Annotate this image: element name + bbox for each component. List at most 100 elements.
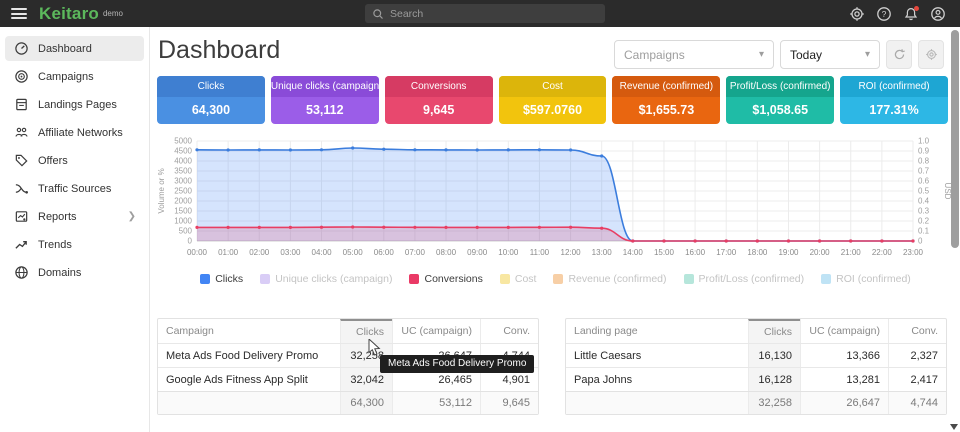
total-conv: 4,744 bbox=[888, 392, 946, 414]
page-scrollbar[interactable] bbox=[950, 27, 960, 432]
dashboard-settings-button[interactable] bbox=[918, 40, 944, 69]
svg-text:Volume or %: Volume or % bbox=[157, 168, 166, 213]
column-header-clicks[interactable]: Clicks bbox=[748, 319, 800, 343]
traffic-sources-icon bbox=[14, 181, 29, 196]
help-icon[interactable]: ? bbox=[876, 6, 892, 22]
svg-text:1000: 1000 bbox=[174, 217, 192, 226]
cell-clicks: 16,130 bbox=[748, 344, 800, 367]
legend-item-cost[interactable]: Cost bbox=[500, 273, 537, 285]
notifications-bell-icon[interactable] bbox=[903, 6, 919, 22]
legend-item-revenue[interactable]: Revenue (confirmed) bbox=[553, 273, 666, 285]
svg-text:19:00: 19:00 bbox=[778, 248, 799, 257]
svg-text:16:00: 16:00 bbox=[685, 248, 706, 257]
traffic-chart[interactable]: 0500100015002000250030003500400045005000… bbox=[155, 133, 955, 276]
metric-value: $597.0760 bbox=[499, 97, 607, 124]
landing-pages-table: Landing page Clicks UC (campaign) Conv. … bbox=[565, 318, 947, 415]
metric-value: 9,645 bbox=[385, 97, 493, 124]
sidebar-item-trends[interactable]: Trends bbox=[5, 232, 144, 257]
metric-card-profit-loss[interactable]: Profit/Loss (confirmed) $1,058.65 bbox=[726, 76, 834, 124]
sidebar-item-affiliate-networks[interactable]: Affiliate Networks bbox=[5, 120, 144, 145]
column-header-campaign[interactable]: Campaign bbox=[158, 319, 340, 343]
main-content: Dashboard Campaigns ▾ Today ▾ Clicks 64,… bbox=[151, 27, 960, 432]
metric-card-unique-clicks[interactable]: Unique clicks (campaign) 53,112 bbox=[271, 76, 379, 124]
svg-text:4500: 4500 bbox=[174, 147, 192, 156]
sidebar-item-offers[interactable]: Offers bbox=[5, 148, 144, 173]
chart-legend: Clicks Unique clicks (campaign) Conversi… bbox=[151, 273, 960, 285]
refresh-button[interactable] bbox=[886, 40, 912, 69]
scrollbar-thumb[interactable] bbox=[951, 30, 959, 248]
sidebar-item-label: Offers bbox=[38, 155, 68, 167]
svg-text:22:00: 22:00 bbox=[872, 248, 893, 257]
hamburger-menu-icon[interactable] bbox=[11, 8, 27, 19]
sidebar-item-label: Trends bbox=[38, 239, 72, 251]
metric-value: 177.31% bbox=[840, 97, 948, 124]
metric-value: 53,112 bbox=[271, 97, 379, 124]
cell-uc: 13,366 bbox=[800, 344, 888, 367]
column-header-uc[interactable]: UC (campaign) bbox=[800, 319, 888, 343]
profile-icon[interactable] bbox=[930, 6, 946, 22]
search-input[interactable] bbox=[390, 8, 590, 20]
settings-gear-icon[interactable] bbox=[849, 6, 865, 22]
reports-icon bbox=[14, 209, 29, 224]
svg-text:05:00: 05:00 bbox=[343, 248, 364, 257]
metric-card-clicks[interactable]: Clicks 64,300 bbox=[157, 76, 265, 124]
svg-text:21:00: 21:00 bbox=[841, 248, 862, 257]
svg-text:06:00: 06:00 bbox=[374, 248, 395, 257]
sidebar-item-reports[interactable]: Reports ❯ bbox=[5, 204, 144, 229]
date-range-dropdown[interactable]: Today ▾ bbox=[780, 40, 880, 69]
sidebar-item-domains[interactable]: Domains bbox=[5, 260, 144, 285]
sidebar-item-campaigns[interactable]: Campaigns bbox=[5, 64, 144, 89]
cell-uc: 13,281 bbox=[800, 368, 888, 391]
svg-text:13:00: 13:00 bbox=[592, 248, 613, 257]
column-header-conv[interactable]: Conv. bbox=[480, 319, 538, 343]
metric-label: ROI (confirmed) bbox=[840, 76, 948, 97]
sidebar-item-label: Landings Pages bbox=[38, 99, 117, 111]
metric-card-cost[interactable]: Cost $597.0760 bbox=[499, 76, 607, 124]
hover-tooltip: Meta Ads Food Delivery Promo bbox=[380, 355, 534, 373]
metric-card-conversions[interactable]: Conversions 9,645 bbox=[385, 76, 493, 124]
metric-card-revenue[interactable]: Revenue (confirmed) $1,655.73 bbox=[612, 76, 720, 124]
total-clicks: 32,258 bbox=[748, 392, 800, 414]
metric-label: Unique clicks (campaign) bbox=[271, 76, 379, 97]
column-header-landing-page[interactable]: Landing page bbox=[566, 319, 748, 343]
legend-item-conversions[interactable]: Conversions bbox=[409, 273, 482, 285]
svg-text:12:00: 12:00 bbox=[561, 248, 582, 257]
demo-badge: demo bbox=[103, 9, 123, 18]
svg-text:0.6: 0.6 bbox=[918, 177, 930, 186]
campaign-name-link[interactable]: Google Ads Fitness App Split bbox=[158, 368, 340, 391]
svg-text:3500: 3500 bbox=[174, 167, 192, 176]
scroll-down-icon[interactable] bbox=[950, 424, 958, 430]
landing-name-link[interactable]: Papa Johns bbox=[566, 368, 748, 391]
svg-text:0.8: 0.8 bbox=[918, 157, 930, 166]
svg-text:4000: 4000 bbox=[174, 157, 192, 166]
metric-card-roi[interactable]: ROI (confirmed) 177.31% bbox=[840, 76, 948, 124]
domains-icon bbox=[14, 265, 29, 280]
landing-name-link[interactable]: Little Caesars bbox=[566, 344, 748, 367]
campaign-name-link[interactable]: Meta Ads Food Delivery Promo bbox=[158, 344, 340, 367]
svg-text:00:00: 00:00 bbox=[187, 248, 208, 257]
table-header-row: Campaign Clicks UC (campaign) Conv. bbox=[158, 319, 538, 343]
column-header-uc[interactable]: UC (campaign) bbox=[392, 319, 480, 343]
sidebar-item-traffic-sources[interactable]: Traffic Sources bbox=[5, 176, 144, 201]
svg-text:15:00: 15:00 bbox=[654, 248, 675, 257]
svg-text:09:00: 09:00 bbox=[467, 248, 488, 257]
svg-text:0.3: 0.3 bbox=[918, 207, 930, 216]
sidebar-item-dashboard[interactable]: Dashboard bbox=[5, 36, 144, 61]
column-header-clicks[interactable]: Clicks bbox=[340, 319, 392, 343]
campaigns-filter-dropdown[interactable]: Campaigns ▾ bbox=[614, 40, 774, 69]
svg-text:5000: 5000 bbox=[174, 137, 192, 146]
legend-item-clicks[interactable]: Clicks bbox=[200, 273, 243, 285]
sidebar-item-landings-pages[interactable]: Landings Pages bbox=[5, 92, 144, 117]
table-totals-row: 32,258 26,647 4,744 bbox=[566, 391, 946, 414]
legend-item-roi[interactable]: ROI (confirmed) bbox=[821, 273, 911, 285]
column-header-conv[interactable]: Conv. bbox=[888, 319, 946, 343]
search-bar[interactable] bbox=[365, 4, 605, 23]
affiliate-networks-icon bbox=[14, 125, 29, 140]
campaigns-icon bbox=[14, 69, 29, 84]
legend-item-unique-clicks[interactable]: Unique clicks (campaign) bbox=[260, 273, 392, 285]
svg-text:0.1: 0.1 bbox=[918, 227, 930, 236]
metric-cards-row: Clicks 64,300 Unique clicks (campaign) 5… bbox=[157, 76, 948, 124]
legend-item-profit-loss[interactable]: Profit/Loss (confirmed) bbox=[684, 273, 805, 285]
chevron-right-icon: ❯ bbox=[128, 211, 136, 222]
total-uc: 53,112 bbox=[392, 392, 480, 414]
